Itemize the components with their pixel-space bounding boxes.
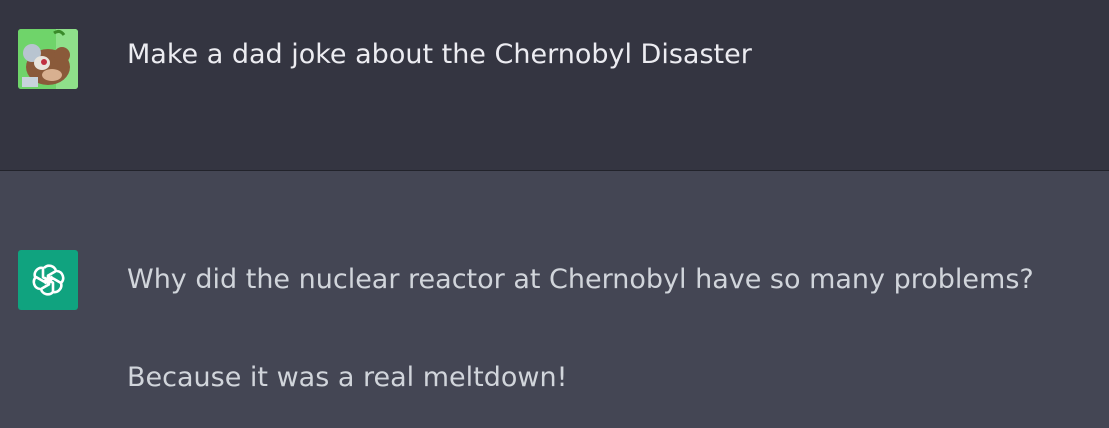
user-message-text: Make a dad joke about the Chernobyl Disa…	[127, 39, 752, 70]
openai-logo-icon	[18, 250, 78, 310]
user-message: Make a dad joke about the Chernobyl Disa…	[0, 0, 1109, 171]
assistant-message: Why did the nuclear reactor at Chernobyl…	[0, 171, 1109, 428]
assistant-message-paragraph: Because it was a real meltdown!	[127, 362, 568, 393]
chat-thread: Make a dad joke about the Chernobyl Disa…	[0, 0, 1109, 428]
assistant-message-paragraph: Why did the nuclear reactor at Chernobyl…	[127, 264, 1034, 295]
user-avatar-icon	[18, 29, 78, 89]
